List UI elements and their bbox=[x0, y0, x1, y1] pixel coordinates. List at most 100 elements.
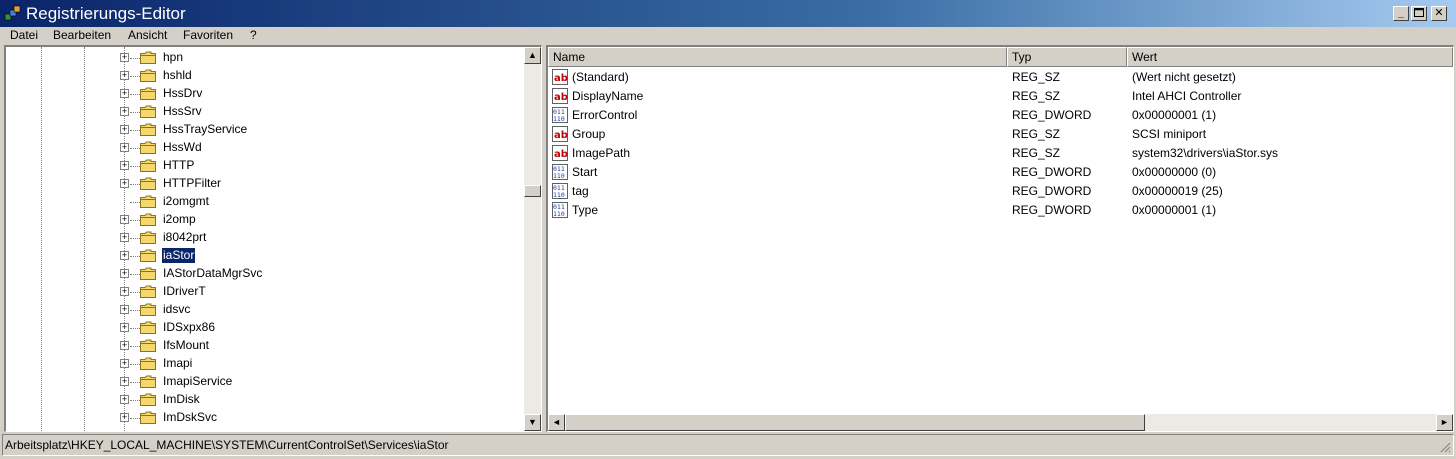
menu-bearbeiten[interactable]: Bearbeiten bbox=[53, 27, 111, 43]
tree-item[interactable]: + IAStorDataMgrSvc bbox=[6, 265, 521, 283]
tree-item[interactable]: + iaStor bbox=[6, 247, 521, 265]
value-data: 0x00000001 (1) bbox=[1132, 203, 1217, 217]
tree-item[interactable]: + HssTrayService bbox=[6, 121, 521, 139]
tree-item[interactable]: + ImDskSvc bbox=[6, 409, 521, 427]
expand-plus-icon[interactable]: + bbox=[120, 179, 129, 188]
scroll-down-button[interactable]: ▼ bbox=[524, 414, 541, 431]
menu-ansicht[interactable]: Ansicht bbox=[128, 27, 167, 43]
tree-connector bbox=[130, 418, 140, 419]
tree-item[interactable]: + idsvc bbox=[6, 301, 521, 319]
expand-plus-icon[interactable]: + bbox=[120, 233, 129, 242]
tree-item[interactable]: + ImapiService bbox=[6, 373, 521, 391]
column-header-type[interactable]: Typ bbox=[1007, 47, 1127, 67]
tree-connector bbox=[130, 202, 140, 203]
binary-value-icon: 011110 bbox=[552, 183, 568, 199]
arrow-left-icon: ◄ bbox=[552, 417, 561, 427]
expand-plus-icon[interactable]: + bbox=[120, 143, 129, 152]
expand-plus-icon[interactable]: + bbox=[120, 323, 129, 332]
close-button[interactable]: ✕ bbox=[1431, 6, 1447, 21]
tree-item[interactable]: + hshld bbox=[6, 67, 521, 85]
value-name: Type bbox=[572, 203, 599, 217]
column-header-name[interactable]: Name bbox=[548, 47, 1007, 67]
tree-item-label: HTTPFilter bbox=[163, 176, 221, 190]
tree-item[interactable]: + hpn bbox=[6, 49, 521, 67]
value-list-pane[interactable]: Name Typ Wert ab (Standard) REG_SZ (Wert ni… bbox=[546, 45, 1454, 432]
expand-plus-icon[interactable]: + bbox=[120, 413, 129, 422]
value-row[interactable]: 011 110 tag REG_DWORD 0x00000019 (25) bbox=[548, 182, 1448, 201]
folder-icon bbox=[140, 375, 156, 388]
menu-favoriten[interactable]: Favoriten bbox=[183, 27, 233, 43]
folder-icon bbox=[140, 339, 156, 352]
expand-plus-icon[interactable]: + bbox=[120, 287, 129, 296]
string-value-icon: ab bbox=[552, 145, 568, 161]
tree-item[interactable]: + HssDrv bbox=[6, 85, 521, 103]
tree-item[interactable]: i2omgmt bbox=[6, 193, 521, 211]
scroll-thumb[interactable] bbox=[524, 185, 541, 197]
value-data: 0x00000000 (0) bbox=[1132, 165, 1217, 179]
expand-plus-icon[interactable]: + bbox=[120, 251, 129, 260]
values-horizontal-scrollbar[interactable]: ◄ ► bbox=[548, 414, 1453, 431]
tree-item-label: HTTP bbox=[163, 158, 195, 172]
folder-icon bbox=[140, 69, 156, 82]
expand-plus-icon[interactable]: + bbox=[120, 161, 129, 170]
tree-item-label: iaStor bbox=[160, 247, 197, 264]
maximize-button[interactable] bbox=[1411, 6, 1427, 21]
expand-plus-icon[interactable]: + bbox=[120, 377, 129, 386]
tree-item[interactable]: + IDriverT bbox=[6, 283, 521, 301]
tree-item[interactable]: + Imapi bbox=[6, 355, 521, 373]
scroll-up-button[interactable]: ▲ bbox=[524, 47, 541, 64]
column-header-data[interactable]: Wert bbox=[1127, 47, 1453, 67]
value-type: REG_DWORD bbox=[1012, 184, 1092, 198]
binary-value-icon: 011110 bbox=[552, 164, 568, 180]
expand-plus-icon[interactable]: + bbox=[120, 359, 129, 368]
scroll-left-button[interactable]: ◄ bbox=[548, 414, 565, 431]
tree-item[interactable]: + HTTPFilter bbox=[6, 175, 521, 193]
value-row[interactable]: 011 110 Type REG_DWORD 0x00000001 (1) bbox=[548, 201, 1448, 220]
value-row[interactable]: 011 110 Start REG_DWORD 0x00000000 (0) bbox=[548, 163, 1448, 182]
arrow-right-icon: ► bbox=[1440, 417, 1449, 427]
tree-item-label: IAStorDataMgrSvc bbox=[163, 266, 263, 280]
value-type: REG_SZ bbox=[1012, 70, 1061, 84]
svg-text:110: 110 bbox=[553, 191, 565, 199]
folder-icon bbox=[140, 303, 156, 316]
value-row[interactable]: ab (Standard) REG_SZ (Wert nicht gesetzt) bbox=[548, 68, 1448, 87]
value-type: REG_SZ bbox=[1012, 89, 1061, 103]
tree-item[interactable]: + i2omp bbox=[6, 211, 521, 229]
binary-value-icon: 011110 bbox=[552, 107, 568, 123]
expand-plus-icon[interactable]: + bbox=[120, 107, 129, 116]
scroll-thumb[interactable] bbox=[565, 414, 1145, 431]
expand-plus-icon[interactable]: + bbox=[120, 341, 129, 350]
title-bar[interactable]: Registrierungs-Editor _ ✕ bbox=[0, 0, 1456, 28]
tree-connector bbox=[130, 130, 140, 131]
tree-item[interactable]: + i8042prt bbox=[6, 229, 521, 247]
menu-help[interactable]: ? bbox=[250, 27, 257, 43]
maximize-icon bbox=[1414, 8, 1424, 17]
tree-item[interactable]: + HTTP bbox=[6, 157, 521, 175]
resize-grip-icon[interactable] bbox=[1439, 441, 1451, 453]
tree-item[interactable]: + ImDisk bbox=[6, 391, 521, 409]
expand-plus-icon[interactable]: + bbox=[120, 269, 129, 278]
tree-item-label: i2omp bbox=[163, 212, 196, 226]
expand-plus-icon[interactable]: + bbox=[120, 53, 129, 62]
scroll-right-button[interactable]: ► bbox=[1436, 414, 1453, 431]
value-row[interactable]: ab Group REG_SZ SCSI miniport bbox=[548, 125, 1448, 144]
key-tree-pane[interactable]: + hpn + hshld + HssDrv + HssSrv + HssTrayService +… bbox=[4, 45, 542, 432]
expand-plus-icon[interactable]: + bbox=[120, 89, 129, 98]
tree-item[interactable]: + HssWd bbox=[6, 139, 521, 157]
expand-plus-icon[interactable]: + bbox=[120, 215, 129, 224]
expand-plus-icon[interactable]: + bbox=[120, 395, 129, 404]
tree-item[interactable]: + HssSrv bbox=[6, 103, 521, 121]
folder-icon bbox=[140, 159, 156, 172]
expand-plus-icon[interactable]: + bbox=[120, 71, 129, 80]
minimize-button[interactable]: _ bbox=[1393, 6, 1409, 21]
tree-item[interactable]: + IDSxpx86 bbox=[6, 319, 521, 337]
tree-item[interactable]: + IfsMount bbox=[6, 337, 521, 355]
value-data: system32\drivers\iaStor.sys bbox=[1132, 146, 1279, 160]
value-row[interactable]: 011 110 ErrorControl REG_DWORD 0x00000001 (1… bbox=[548, 106, 1448, 125]
menu-datei[interactable]: Datei bbox=[10, 27, 38, 43]
expand-plus-icon[interactable]: + bbox=[120, 125, 129, 134]
value-row[interactable]: ab ImagePath REG_SZ system32\drivers\iaStor… bbox=[548, 144, 1448, 163]
tree-vertical-scrollbar[interactable]: ▲ ▼ bbox=[524, 47, 541, 431]
expand-plus-icon[interactable]: + bbox=[120, 305, 129, 314]
value-row[interactable]: ab DisplayName REG_SZ Intel AHCI Controller bbox=[548, 87, 1448, 106]
